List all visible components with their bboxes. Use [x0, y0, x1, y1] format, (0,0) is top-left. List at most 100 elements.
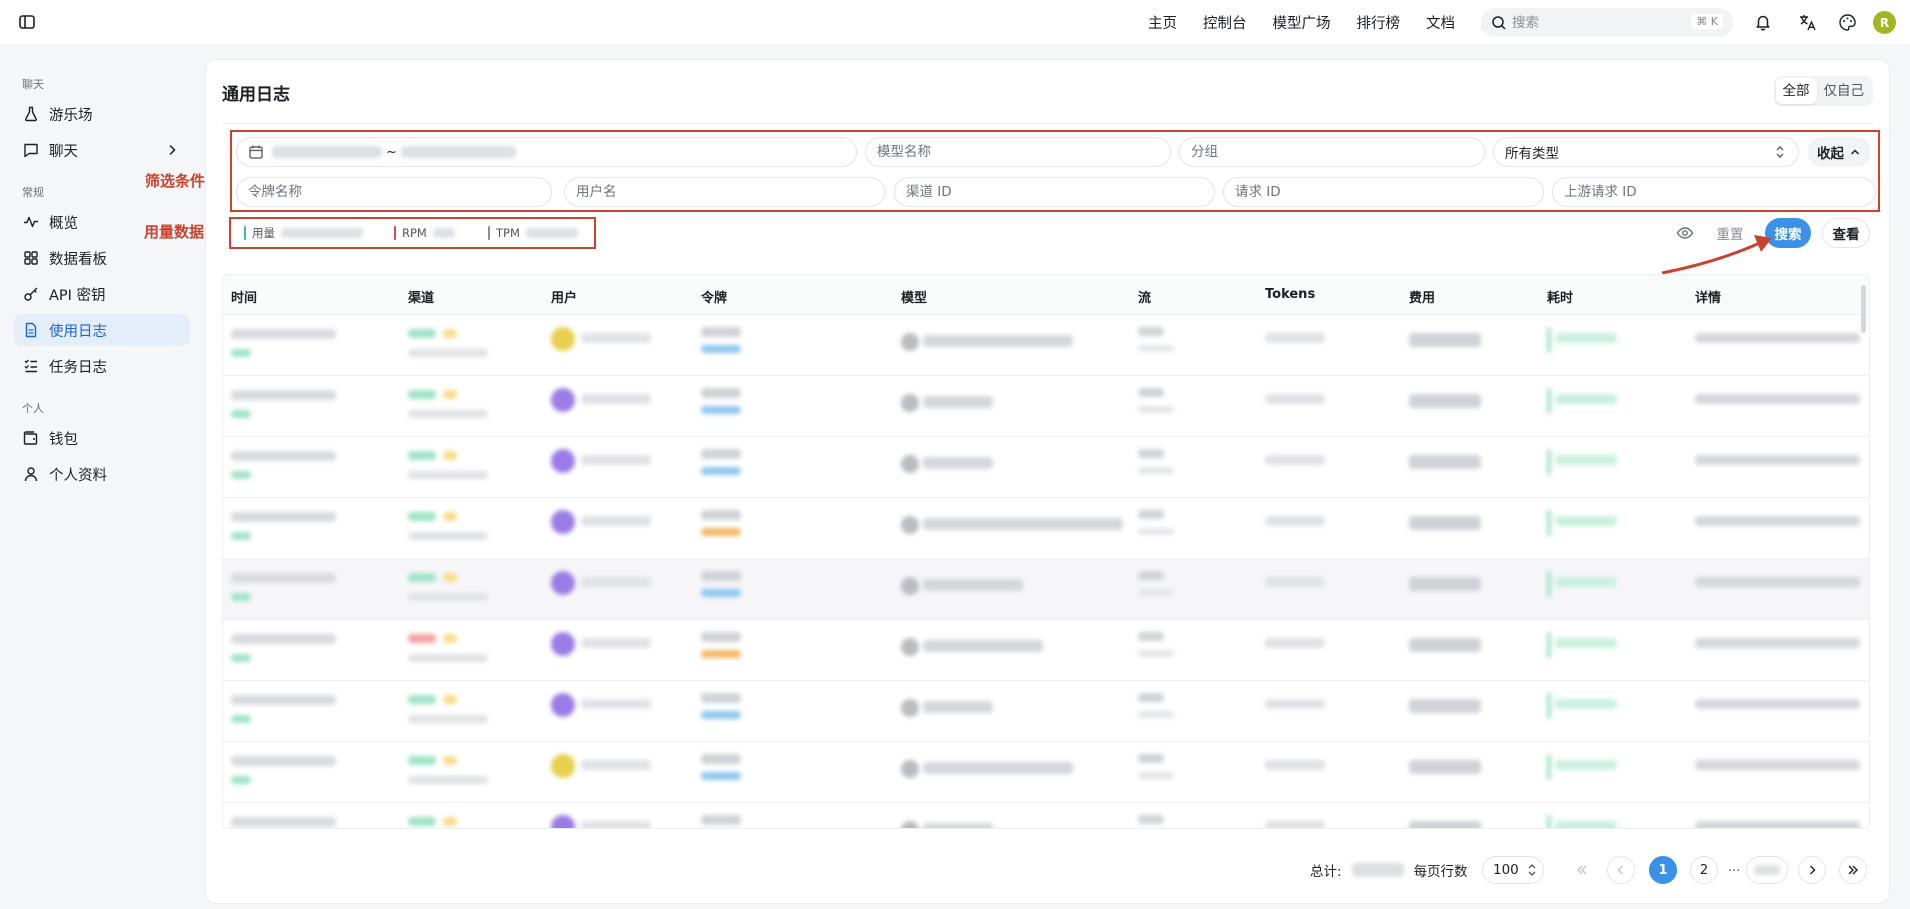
table-row[interactable]: [223, 742, 1869, 803]
redacted-cell: [581, 699, 651, 709]
first-page-button[interactable]: [1568, 856, 1596, 884]
next-page-button[interactable]: [1798, 856, 1826, 884]
stat-rpm-value: [432, 228, 455, 238]
table-row[interactable]: [223, 620, 1869, 681]
table-scrollbar[interactable]: [1861, 285, 1866, 333]
sidebar-item-api-keys[interactable]: API 密钥: [14, 278, 190, 310]
redacted-cell: [1265, 394, 1325, 404]
table-row[interactable]: [223, 681, 1869, 742]
stat-rpm: RPM: [394, 223, 455, 243]
date-separator: ~: [386, 144, 397, 160]
scope-toggle: 全部 仅自己: [1773, 76, 1873, 106]
redacted-cell: [443, 634, 457, 643]
redacted-cell: [231, 634, 336, 644]
user-avatar[interactable]: R: [1873, 11, 1896, 34]
collapse-filters-button[interactable]: 收起: [1807, 137, 1871, 167]
group-input[interactable]: [1180, 144, 1484, 160]
redacted-cell: [1409, 333, 1481, 347]
redacted-cell: [901, 333, 919, 351]
nav-docs[interactable]: 文档: [1426, 12, 1455, 33]
stat-tpm: TPM: [488, 223, 578, 243]
redacted-cell: [923, 396, 993, 408]
redacted-cell: [1547, 815, 1551, 828]
last-page-jump-button[interactable]: [1839, 856, 1867, 884]
sidebar-item-label: 使用日志: [49, 323, 107, 340]
table-row[interactable]: [223, 376, 1869, 437]
model-name-input[interactable]: [866, 144, 1170, 160]
token-name-input[interactable]: [237, 184, 551, 200]
global-search[interactable]: ⌘ K: [1481, 8, 1733, 37]
redacted-cell: [1695, 455, 1860, 465]
sidebar-item-profile[interactable]: 个人资料: [14, 458, 190, 490]
redacted-cell: [551, 693, 575, 717]
redacted-cell: [551, 815, 575, 828]
table-row[interactable]: [223, 559, 1869, 620]
col-duration: 耗时: [1547, 291, 1574, 306]
channel-id-input[interactable]: [895, 184, 1214, 200]
scope-self-tab[interactable]: 仅自己: [1817, 78, 1872, 104]
redacted-cell: [923, 762, 1073, 774]
nav-leaderboard[interactable]: 排行榜: [1357, 12, 1401, 33]
view-button[interactable]: 查看: [1822, 218, 1870, 248]
redacted-cell: [581, 516, 651, 526]
page-size-select[interactable]: 100: [1482, 856, 1544, 884]
channel-id-filter[interactable]: [894, 177, 1215, 207]
request-id-input[interactable]: [1224, 184, 1543, 200]
redacted-cell: [408, 410, 488, 418]
sidebar-item-dashboard[interactable]: 数据看板: [14, 242, 190, 274]
redacted-cell: [1138, 467, 1174, 474]
date-range-picker[interactable]: ~: [236, 137, 857, 167]
redacted-cell: [408, 512, 436, 521]
redacted-cell: [701, 467, 741, 475]
upstream-request-id-input[interactable]: [1553, 184, 1875, 200]
table-row[interactable]: [223, 315, 1869, 376]
username-input[interactable]: [565, 184, 884, 200]
redacted-cell: [701, 632, 741, 642]
double-chevron-left-icon: [1577, 865, 1587, 875]
table-row[interactable]: [223, 498, 1869, 559]
redacted-cell: [1409, 577, 1481, 591]
stat-tpm-label: TPM: [496, 226, 520, 240]
page-1-button[interactable]: 1: [1649, 856, 1677, 884]
request-id-filter[interactable]: [1223, 177, 1544, 207]
redacted-cell: [551, 449, 575, 473]
nav-console[interactable]: 控制台: [1203, 12, 1247, 33]
username-filter[interactable]: [564, 177, 885, 207]
prev-page-button[interactable]: [1607, 856, 1635, 884]
sidebar-toggle-icon[interactable]: [18, 13, 36, 31]
redacted-cell: [581, 760, 651, 770]
sidebar-item-wallet[interactable]: 钱包: [14, 422, 190, 454]
bell-icon[interactable]: [1752, 11, 1774, 33]
redacted-cell: [1138, 754, 1164, 763]
upstream-request-id-filter[interactable]: [1552, 177, 1876, 207]
palette-icon[interactable]: [1836, 11, 1858, 33]
redacted-cell: [701, 327, 741, 337]
redacted-cell: [231, 349, 251, 357]
page-2-button[interactable]: 2: [1690, 856, 1718, 884]
sidebar-item-task-logs[interactable]: 任务日志: [14, 350, 190, 382]
table-row[interactable]: [223, 803, 1869, 828]
token-name-filter[interactable]: [236, 177, 552, 207]
last-page-button[interactable]: [1746, 856, 1788, 884]
redacted-cell: [901, 516, 919, 534]
group-filter[interactable]: [1179, 137, 1485, 167]
redacted-cell: [443, 390, 457, 399]
sidebar-item-chat[interactable]: 聊天: [14, 134, 190, 166]
redacted-cell: [1138, 589, 1174, 596]
sidebar-item-label: 概览: [49, 215, 78, 232]
redacted-cell: [1695, 638, 1860, 648]
sidebar-item-playground[interactable]: 游乐场: [14, 98, 190, 130]
search-input[interactable]: [1512, 14, 1692, 31]
sidebar-item-usage-logs[interactable]: 使用日志: [14, 314, 190, 346]
chevron-left-icon: [1617, 865, 1623, 875]
scope-all-tab[interactable]: 全部: [1775, 78, 1817, 104]
col-time: 时间: [231, 291, 258, 306]
table-row[interactable]: [223, 437, 1869, 498]
model-name-filter[interactable]: [865, 137, 1171, 167]
redacted-cell: [581, 333, 651, 343]
nav-model-market[interactable]: 模型广场: [1273, 12, 1331, 33]
nav-home[interactable]: 主页: [1148, 12, 1177, 33]
translate-icon[interactable]: [1796, 11, 1818, 33]
redacted-cell: [551, 571, 575, 595]
log-type-select[interactable]: 所有类型: [1493, 137, 1799, 167]
